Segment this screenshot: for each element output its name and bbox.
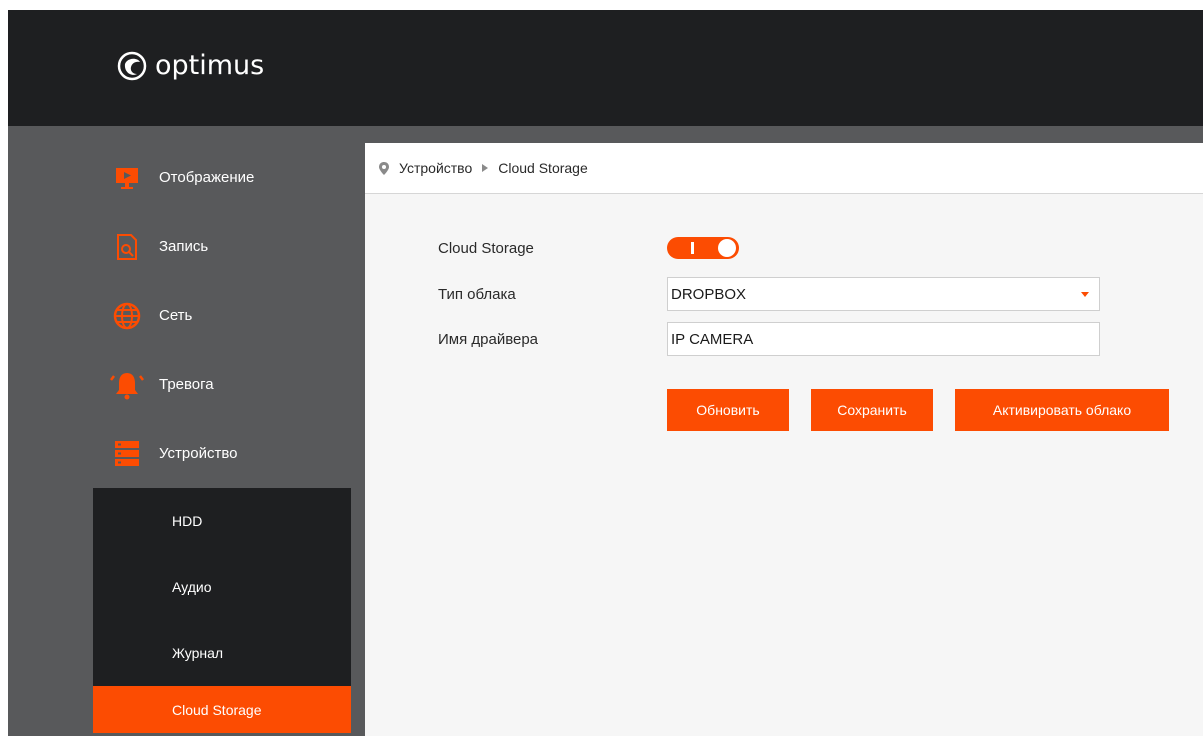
- sidebar-item-label: Запись: [159, 238, 209, 255]
- record-search-icon: [95, 233, 159, 261]
- cloud-type-row: Тип облака DROPBOX: [438, 277, 1100, 311]
- top-header: optimus: [8, 10, 1203, 126]
- sidebar-subitem-hdd[interactable]: HDD: [93, 488, 351, 554]
- breadcrumb: Устройство Cloud Storage: [365, 143, 1203, 194]
- sidebar-item-device[interactable]: Устройство: [93, 419, 351, 488]
- sidebar-item-alarm[interactable]: Тревога: [93, 350, 351, 419]
- sidebar-item-label: Устройство: [159, 445, 238, 462]
- brand-name: optimus: [155, 50, 265, 81]
- cloud-type-label: Тип облака: [438, 285, 516, 303]
- brand-logo[interactable]: optimus: [117, 50, 264, 81]
- toggle-on-indicator: [691, 242, 694, 254]
- toggle-knob: [718, 239, 736, 257]
- breadcrumb-parent[interactable]: Устройство: [399, 160, 472, 176]
- globe-icon: [95, 302, 159, 330]
- cloud-type-select[interactable]: DROPBOX: [667, 277, 1100, 311]
- monitor-icon: [95, 166, 159, 190]
- breadcrumb-current: Cloud Storage: [498, 160, 588, 176]
- refresh-button[interactable]: Обновить: [667, 389, 789, 431]
- server-icon: [95, 439, 159, 469]
- dropdown-arrow-icon: [1081, 292, 1089, 297]
- driver-name-label: Имя драйвера: [438, 330, 539, 348]
- sidebar-item-label: Сеть: [159, 307, 193, 324]
- main-content: Устройство Cloud Storage Cloud Storage Т…: [365, 143, 1203, 736]
- chevron-right-icon: [482, 164, 489, 172]
- sidebar-item-label: Отображение: [159, 169, 255, 186]
- alarm-bell-icon: [95, 370, 159, 400]
- driver-name-row: Имя драйвера IP CAMERA: [438, 322, 1100, 356]
- sidebar: Отображение Запись Сеть Тревога Устройст…: [93, 143, 351, 736]
- driver-name-value: IP CAMERA: [671, 330, 754, 348]
- save-button[interactable]: Сохранить: [811, 389, 933, 431]
- driver-name-input[interactable]: IP CAMERA: [667, 322, 1100, 356]
- cloud-type-value: DROPBOX: [671, 285, 747, 303]
- sidebar-item-display[interactable]: Отображение: [93, 143, 351, 212]
- sidebar-subitem-cloud-storage[interactable]: Cloud Storage: [93, 686, 351, 733]
- main-nav: Отображение Запись Сеть Тревога Устройст…: [93, 143, 351, 488]
- location-pin-icon: [379, 161, 389, 175]
- optimus-logo-icon: [117, 51, 147, 80]
- sidebar-subitem-audio[interactable]: Аудио: [93, 554, 351, 620]
- cloud-storage-row: Cloud Storage: [438, 237, 739, 259]
- sidebar-subitem-log[interactable]: Журнал: [93, 620, 351, 686]
- sidebar-item-record[interactable]: Запись: [93, 212, 351, 281]
- cloud-storage-label: Cloud Storage: [438, 239, 534, 257]
- sidebar-item-label: Тревога: [159, 376, 214, 393]
- cloud-storage-toggle[interactable]: [667, 237, 739, 259]
- sidebar-item-network[interactable]: Сеть: [93, 281, 351, 350]
- activate-cloud-button[interactable]: Активировать облако: [955, 389, 1169, 431]
- device-sub-nav: HDD Аудио Журнал Cloud Storage: [93, 488, 351, 733]
